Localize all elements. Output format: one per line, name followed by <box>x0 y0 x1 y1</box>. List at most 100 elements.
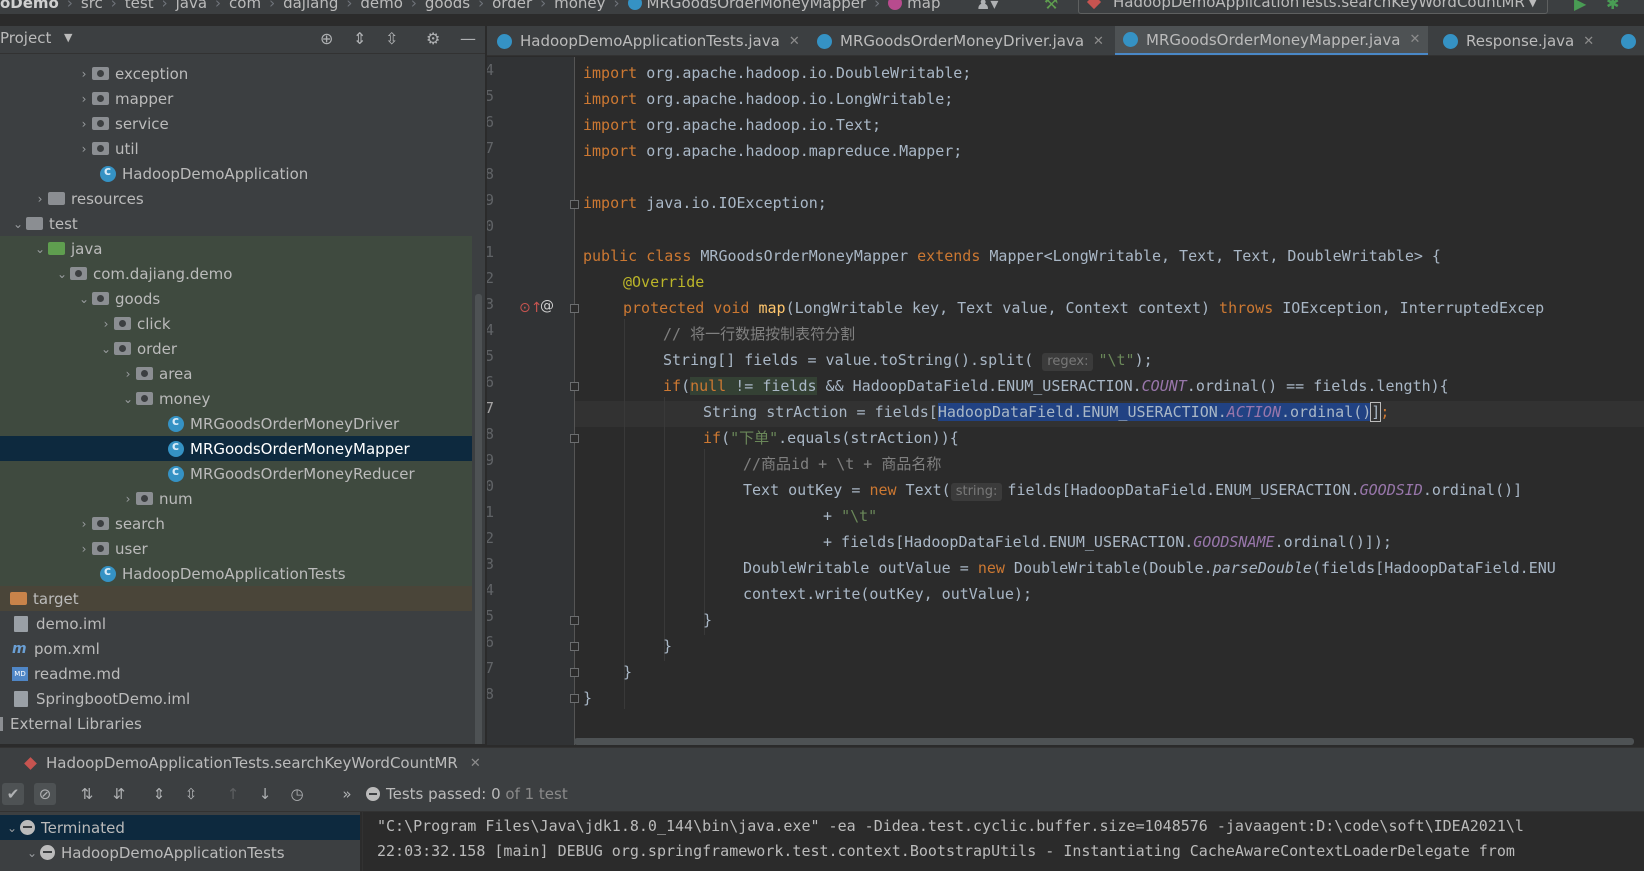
code-line-15: String[] fields = value.toString().split… <box>663 351 1153 371</box>
tree-scrollbar[interactable] <box>475 294 482 744</box>
chevron-down-icon[interactable]: ▼ <box>64 31 72 44</box>
fold-marker[interactable] <box>570 382 579 391</box>
tree-item-java[interactable]: ⌄ java <box>0 236 472 261</box>
breadcrumb-item[interactable]: src <box>81 0 103 12</box>
tab-mr-goods-order-money-mapper[interactable]: MRGoodsOrderMoneyMapper.java ✕ <box>1115 26 1429 55</box>
tree-item-readme-md[interactable]: MD readme.md <box>0 661 472 686</box>
maven-icon: m <box>12 640 27 657</box>
tree-item-hadoop-demo-application[interactable]: HadoopDemoApplication <box>0 161 472 186</box>
run-configuration-selector[interactable]: HadoopDemoApplicationTests.searchKeyWord… <box>1078 0 1548 14</box>
sort-alphabetically-icon[interactable]: ⇅ <box>76 783 98 805</box>
class-icon <box>1443 33 1458 49</box>
tree-item-mr-goods-order-money-mapper[interactable]: MRGoodsOrderMoneyMapper <box>0 436 472 461</box>
tree-item-com-dajiang-demo[interactable]: ⌄ com.dajiang.demo <box>0 261 472 286</box>
hide-icon[interactable]: — <box>460 29 476 48</box>
package-icon <box>92 292 109 305</box>
breadcrumb-item[interactable]: test <box>125 0 154 12</box>
breadcrumb-item[interactable]: com <box>229 0 261 12</box>
tree-item-springboot-demo-iml[interactable]: SpringbootDemo.iml <box>0 686 472 711</box>
tree-item-resources[interactable]: › resources <box>0 186 472 211</box>
tree-item-num[interactable]: › num <box>0 486 472 511</box>
tree-item-external-libraries[interactable]: External Libraries <box>0 711 472 736</box>
tree-item-goods[interactable]: ⌄ goods <box>0 286 472 311</box>
editor-horizontal-scrollbar[interactable] <box>574 738 1634 745</box>
breadcrumb-item[interactable]: order <box>492 0 532 12</box>
collapse-all-icon[interactable]: ⇳ <box>385 29 398 48</box>
build-hammer-icon[interactable]: ⚒ <box>1044 0 1058 13</box>
run-icon[interactable]: ▶ <box>1574 0 1586 13</box>
fold-marker[interactable] <box>570 304 579 313</box>
tree-item-hadoop-demo-application-tests[interactable]: HadoopDemoApplicationTests <box>0 561 472 586</box>
tree-item-search[interactable]: › search <box>0 511 472 536</box>
package-icon <box>114 342 131 355</box>
breadcrumb-item[interactable]: MRGoodsOrderMoneyMapper <box>647 0 867 12</box>
test-node-hadoop-demo-application-tests[interactable]: ⌄ HadoopDemoApplicationTests <box>0 840 360 865</box>
console-output[interactable]: "C:\Program Files\Java\jdk1.8.0_144\bin\… <box>362 812 1644 871</box>
close-icon[interactable]: ✕ <box>1093 34 1104 49</box>
close-icon[interactable]: ✕ <box>470 756 481 771</box>
breadcrumb-item[interactable]: money <box>554 0 605 12</box>
tree-item-target[interactable]: target <box>0 586 472 611</box>
tree-item-mapper[interactable]: › mapper <box>0 86 472 111</box>
tree-item-order[interactable]: ⌄ order <box>0 336 472 361</box>
code-line-22: + fields[HadoopDataField.ENUM_USERACTION… <box>823 533 1392 551</box>
code-editor[interactable]: 4 5 6 7 8 9 10 11 12 13 14 15 16 17 18 1… <box>487 57 1644 745</box>
project-panel-title[interactable]: Project <box>0 29 51 47</box>
project-tree: ›exception ›mapper ›service ›util Hadoop… <box>0 54 485 744</box>
test-node-terminated[interactable]: ⌄ Terminated <box>0 815 360 840</box>
close-icon[interactable]: ✕ <box>1583 34 1594 49</box>
previous-failed-icon[interactable]: ↑ <box>222 783 244 805</box>
expand-all-icon[interactable]: ⇕ <box>353 29 366 48</box>
run-tab[interactable]: HadoopDemoApplicationTests.searchKeyWord… <box>0 748 481 778</box>
tree-item-mr-goods-order-money-reducer[interactable]: MRGoodsOrderMoneyReducer <box>0 461 472 486</box>
expand-all-icon[interactable]: ⇕ <box>148 783 170 805</box>
tab-hadoop-demo-application-tests[interactable]: HadoopDemoApplicationTests.java ✕ <box>497 26 800 55</box>
breadcrumb-item[interactable]: demo <box>360 0 403 12</box>
tree-item-util[interactable]: › util <box>0 136 472 161</box>
show-ignored-icon[interactable]: ⊘ <box>34 783 56 805</box>
resources-folder-icon <box>48 192 65 205</box>
locate-icon[interactable]: ⊕ <box>320 29 333 48</box>
tab-response[interactable]: Response.java ✕ <box>1443 26 1594 55</box>
tab-mr-goods-order-money-driver[interactable]: MRGoodsOrderMoneyDriver.java ✕ <box>817 26 1104 55</box>
collapse-all-icon[interactable]: ⇳ <box>180 783 202 805</box>
code-line-11: public class MRGoodsOrderMoneyMapper ext… <box>583 247 1441 265</box>
more-actions-icon[interactable]: » <box>336 783 358 805</box>
tree-item-mr-goods-order-money-driver[interactable]: MRGoodsOrderMoneyDriver <box>0 411 472 436</box>
close-icon[interactable]: ✕ <box>1409 32 1420 47</box>
tree-item-click[interactable]: › click <box>0 311 472 336</box>
annotation-icon[interactable]: @ <box>540 298 554 314</box>
tree-item-money[interactable]: ⌄ money <box>0 386 472 411</box>
user-icon[interactable]: ♟▾ <box>976 0 998 13</box>
package-icon <box>114 317 131 330</box>
breadcrumb-item[interactable]: oDemo <box>0 0 59 12</box>
test-history-icon[interactable]: ◷ <box>286 783 308 805</box>
override-icon[interactable]: ⊙↑ <box>519 300 542 316</box>
tree-item-user[interactable]: › user <box>0 536 472 561</box>
fold-marker[interactable] <box>570 434 579 443</box>
next-failed-icon[interactable]: ↓ <box>254 783 276 805</box>
fold-marker[interactable] <box>570 642 579 651</box>
fold-marker[interactable] <box>570 200 579 209</box>
breadcrumb-item[interactable]: map <box>907 0 940 12</box>
close-icon[interactable]: ✕ <box>789 34 800 49</box>
debug-icon[interactable]: ✱ <box>1606 0 1619 13</box>
fold-marker[interactable] <box>570 616 579 625</box>
tree-item-test[interactable]: ⌄ test <box>0 211 472 236</box>
tree-item-area[interactable]: › area <box>0 361 472 386</box>
fold-marker[interactable] <box>570 694 579 703</box>
tab-overflow[interactable]: C <box>1621 26 1644 55</box>
breadcrumb-item[interactable]: dajiang <box>283 0 338 12</box>
terminated-icon <box>20 820 35 835</box>
tree-item-demo-iml[interactable]: demo.iml <box>0 611 472 636</box>
tree-item-pom-xml[interactable]: m pom.xml <box>0 636 472 661</box>
tree-item-exception[interactable]: › exception <box>0 61 472 86</box>
breadcrumb-item[interactable]: java <box>176 0 207 12</box>
fold-marker[interactable] <box>570 668 579 677</box>
gear-icon[interactable]: ⚙ <box>426 29 440 48</box>
sort-by-duration-icon[interactable]: ⇵ <box>108 783 130 805</box>
breadcrumb-item[interactable]: goods <box>425 0 470 12</box>
show-passed-icon[interactable]: ✔ <box>2 783 24 805</box>
package-icon <box>136 492 153 505</box>
tree-item-service[interactable]: › service <box>0 111 472 136</box>
